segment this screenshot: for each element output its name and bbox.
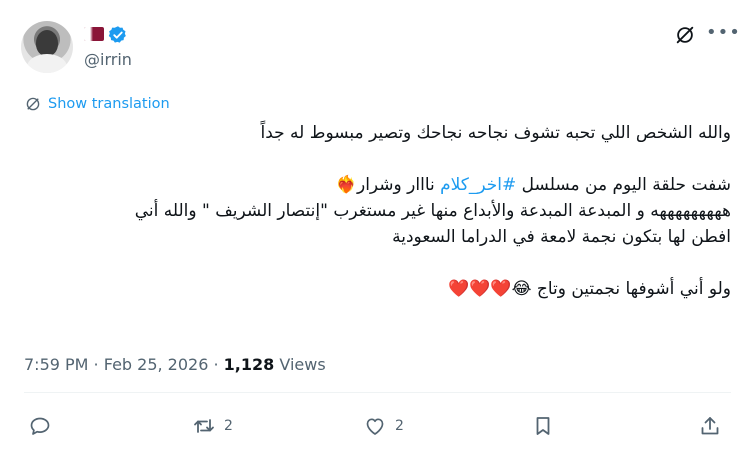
like-count: 2 xyxy=(395,418,404,434)
flag-serration xyxy=(90,27,93,41)
tweet-line-4: افطن لها بتكون نجمة لامعة في الدراما الس… xyxy=(392,227,731,247)
more-icon[interactable]: ••• xyxy=(706,22,741,43)
like-button[interactable]: 2 xyxy=(363,414,404,438)
grok-icon[interactable] xyxy=(674,24,696,46)
retweet-count: 2 xyxy=(224,418,233,434)
like-icon xyxy=(366,418,384,435)
tweet-line-2: شفت حلقة اليوم من مسلسل #اخر_كلام نااار … xyxy=(21,172,731,198)
show-translation-link[interactable]: Show translation xyxy=(24,95,170,113)
share-button[interactable] xyxy=(698,414,722,438)
reply-button[interactable] xyxy=(28,414,60,438)
hashtag-link[interactable]: #اخر_كلام xyxy=(440,175,516,195)
avatar[interactable] xyxy=(21,21,73,73)
divider xyxy=(24,392,731,393)
bookmark-button[interactable] xyxy=(531,414,555,438)
retweet-icon xyxy=(194,419,214,433)
tweet-line-2-suffix: نااار وشرار❤️‍🔥 xyxy=(335,175,441,195)
translate-icon xyxy=(26,97,40,111)
action-bar: 2 2 xyxy=(24,414,731,444)
avatar-body xyxy=(27,54,67,73)
reply-icon xyxy=(30,417,50,435)
tweet-date[interactable]: Feb 25, 2026 xyxy=(104,355,209,374)
tweet-line-2-prefix: شفت حلقة اليوم من مسلسل xyxy=(516,175,731,195)
meta-separator-2: · xyxy=(208,355,224,374)
retweet-button[interactable]: 2 xyxy=(192,414,233,438)
author-handle[interactable]: @irrin xyxy=(84,50,132,69)
tweet-time[interactable]: 7:59 PM xyxy=(24,355,88,374)
meta-separator: · xyxy=(88,355,104,374)
bookmark-icon xyxy=(536,417,550,435)
share-icon xyxy=(701,417,719,435)
tweet-line-5: ولو أني أشوفها نجمتين وتاج 😂❤️❤️❤️ xyxy=(448,279,731,299)
views-label: Views xyxy=(279,355,326,374)
tweet-meta: 7:59 PM · Feb 25, 2026 · 1,128 Views xyxy=(24,355,326,374)
show-translation-label: Show translation xyxy=(48,96,170,112)
qatar-flag-icon xyxy=(84,27,104,41)
tweet-line-3: هههههههههه و المبدعة المبدعة والأبداع من… xyxy=(134,201,731,221)
tweet-text: والله الشخص اللي تحبه تشوف نجاحه نجاحك و… xyxy=(21,120,731,302)
tweet-line-1: والله الشخص اللي تحبه تشوف نجاحه نجاحك و… xyxy=(260,123,732,143)
verified-badge-icon[interactable] xyxy=(108,25,128,45)
views-count: 1,128 xyxy=(223,355,275,374)
avatar-head xyxy=(36,30,58,56)
